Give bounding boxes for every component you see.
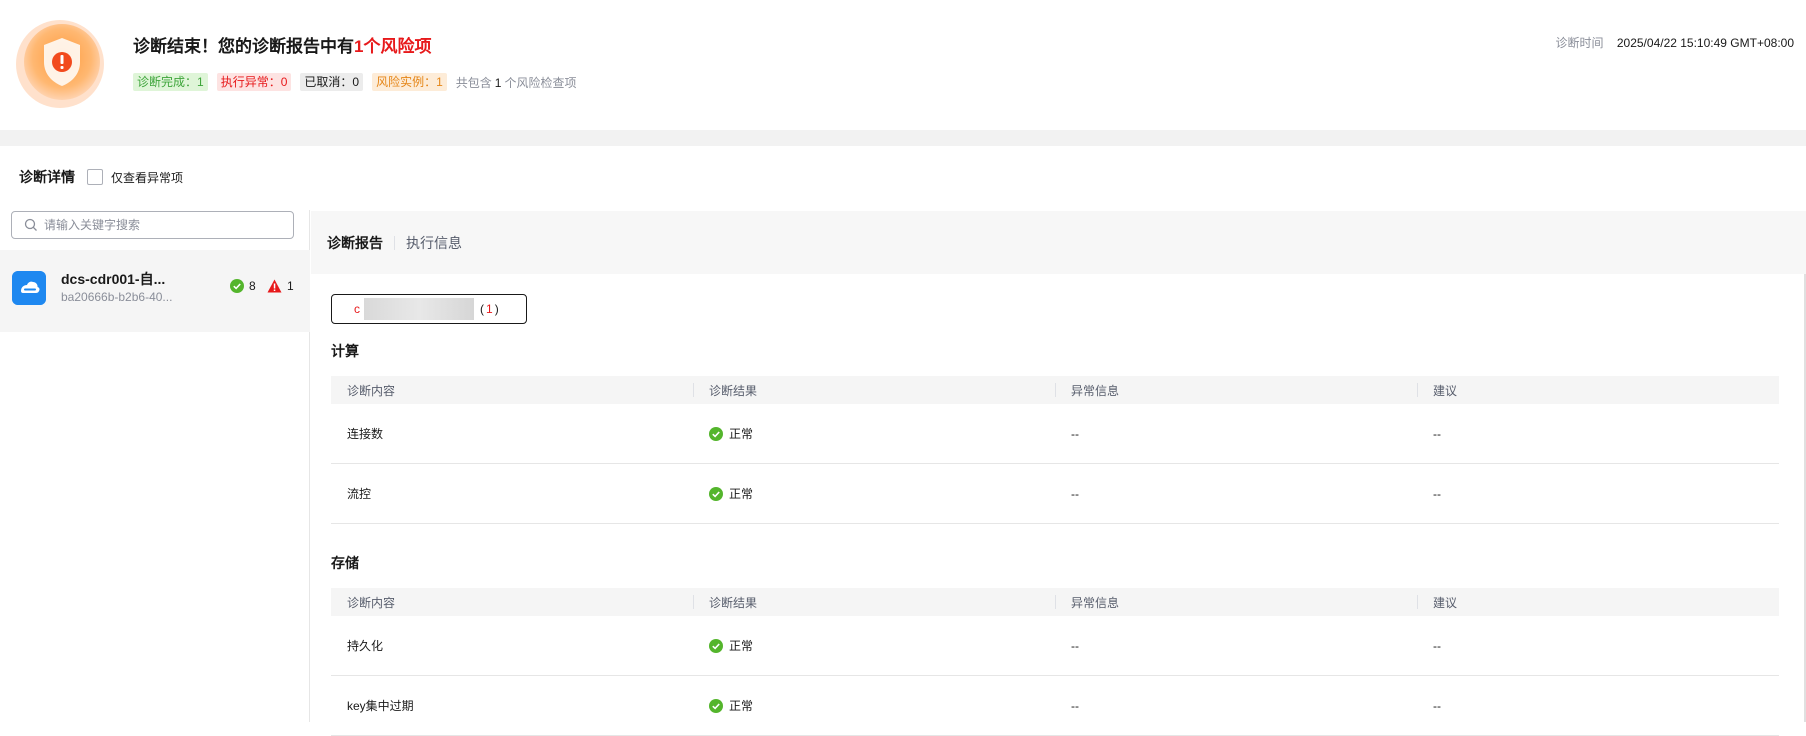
- result-text: 正常: [729, 699, 754, 713]
- diagnosis-time: 诊断时间 2025/04/22 15:10:49 GMT+08:00: [1556, 34, 1795, 51]
- title-text: 诊断结束！您的诊断报告中有: [133, 37, 354, 56]
- result-text: 正常: [729, 487, 754, 501]
- compute-table: 诊断内容 诊断结果 异常信息 建议 连接数 正常 -- -- 流控 正常 -- …: [331, 376, 1779, 524]
- report-tabs: 诊断报告 执行信息: [311, 211, 1806, 274]
- cell-item: 持久化: [347, 639, 384, 653]
- instance-risk-stat: 1: [267, 279, 294, 293]
- detail-header: 诊断详情 仅查看异常项: [19, 167, 183, 187]
- paren-open: (: [480, 302, 484, 316]
- node-tab-count: (1): [480, 302, 499, 316]
- shield-warning-icon: [16, 20, 104, 108]
- cell-info: --: [1071, 698, 1079, 713]
- col-content: 诊断内容: [347, 383, 396, 398]
- col-advice: 建议: [1417, 382, 1779, 399]
- tab-execution-info[interactable]: 执行信息: [406, 233, 462, 253]
- col-info: 异常信息: [1055, 382, 1417, 399]
- ok-count: 8: [249, 279, 256, 293]
- check-circle-icon: [709, 638, 723, 653]
- only-abnormal-label[interactable]: 仅查看异常项: [111, 169, 183, 186]
- cell-result: 正常: [693, 697, 1055, 714]
- instance-name: dcs-cdr001-自...: [61, 271, 166, 287]
- node-tab[interactable]: c (1): [331, 294, 527, 324]
- tag-error: 执行异常：0: [216, 73, 292, 91]
- risk-summary: 共包含 1 个风险检查项: [456, 74, 577, 91]
- instance-id: ba20666b-b2b6-40...: [61, 290, 173, 304]
- only-abnormal-checkbox[interactable]: [87, 169, 103, 185]
- redacted-node-name: [364, 298, 474, 320]
- cell-info: --: [1071, 486, 1079, 501]
- tab-diagnosis-report[interactable]: 诊断报告: [327, 233, 383, 253]
- search-box[interactable]: [11, 211, 294, 239]
- cell-advice: --: [1433, 426, 1441, 441]
- cell-advice: --: [1433, 486, 1441, 501]
- table-row: key集中过期 正常 -- --: [331, 676, 1779, 736]
- risk-count: 1: [287, 279, 294, 293]
- tag-cancelled: 已取消：0: [300, 73, 364, 91]
- table-row: 持久化 正常 -- --: [331, 616, 1779, 676]
- tab-separator: [394, 235, 395, 250]
- cell-advice: --: [1433, 638, 1441, 653]
- table-row: 流控 正常 -- --: [331, 464, 1779, 524]
- dcs-cache-icon: [12, 271, 46, 305]
- diagnosis-result-title: 诊断结束！您的诊断报告中有1个风险项: [133, 32, 431, 57]
- paren-close: ): [494, 302, 499, 316]
- result-text: 正常: [729, 639, 754, 653]
- col-advice: 建议: [1417, 594, 1779, 611]
- time-value: 2025/04/22 15:10:49 GMT+08:00: [1616, 36, 1794, 50]
- detail-title: 诊断详情: [19, 169, 75, 185]
- table-row: 连接数 正常 -- --: [331, 404, 1779, 464]
- node-risk-count: 1: [486, 302, 493, 316]
- report-panel: 诊断报告 执行信息 c (1) 计算 诊断内容 诊断结果 异常信息 建议 连接数…: [311, 210, 1806, 736]
- cell-advice: --: [1433, 698, 1441, 713]
- cell-info: --: [1071, 638, 1079, 653]
- section-title-compute: 计算: [331, 343, 359, 359]
- section-title-storage: 存储: [331, 555, 359, 571]
- cell-result: 正常: [693, 485, 1055, 502]
- cell-item: key集中过期: [347, 699, 414, 713]
- cell-info: --: [1071, 426, 1079, 441]
- table-header: 诊断内容 诊断结果 异常信息 建议: [331, 376, 1779, 404]
- tag-done: 诊断完成：1: [133, 73, 208, 91]
- search-input[interactable]: [44, 218, 274, 232]
- storage-table: 诊断内容 诊断结果 异常信息 建议 持久化 正常 -- -- key集中过期 正…: [331, 588, 1779, 736]
- table-header: 诊断内容 诊断结果 异常信息 建议: [331, 588, 1779, 616]
- check-circle-icon: [709, 426, 723, 441]
- summary-prefix: 共包含: [455, 75, 492, 90]
- cell-result: 正常: [693, 425, 1055, 442]
- col-info: 异常信息: [1055, 594, 1417, 611]
- instance-ok-stat: 8: [230, 279, 256, 293]
- col-result: 诊断结果: [693, 594, 1055, 611]
- check-circle-icon: [230, 279, 244, 293]
- time-label: 诊断时间: [1555, 36, 1604, 50]
- node-tab-prefix: c: [354, 302, 360, 316]
- check-circle-icon: [709, 698, 723, 713]
- summary-count: 1: [494, 75, 502, 90]
- result-text: 正常: [729, 427, 754, 441]
- instance-item[interactable]: dcs-cdr001-自... ba20666b-b2b6-40... 8 1: [0, 250, 310, 332]
- tag-risk-instances: 风险实例：1: [372, 73, 447, 91]
- cell-result: 正常: [693, 637, 1055, 654]
- check-circle-icon: [709, 486, 723, 501]
- instance-list-panel: dcs-cdr001-自... ba20666b-b2b6-40... 8 1: [0, 210, 310, 722]
- cell-item: 流控: [347, 487, 372, 501]
- col-content: 诊断内容: [347, 595, 396, 610]
- warning-triangle-icon: [267, 279, 282, 293]
- section-divider: [0, 130, 1806, 146]
- diagnosis-header: 诊断结束！您的诊断报告中有1个风险项 诊断完成：1 执行异常：0 已取消：0 风…: [0, 0, 1806, 130]
- summary-suffix: 个风险检查项: [504, 75, 577, 90]
- search-icon: [24, 218, 37, 231]
- cell-item: 连接数: [347, 427, 384, 441]
- status-tags: 诊断完成：1 执行异常：0 已取消：0 风险实例：1 共包含 1 个风险检查项: [133, 73, 576, 91]
- col-result: 诊断结果: [693, 382, 1055, 399]
- risk-count-text: 1个风险项: [354, 37, 432, 56]
